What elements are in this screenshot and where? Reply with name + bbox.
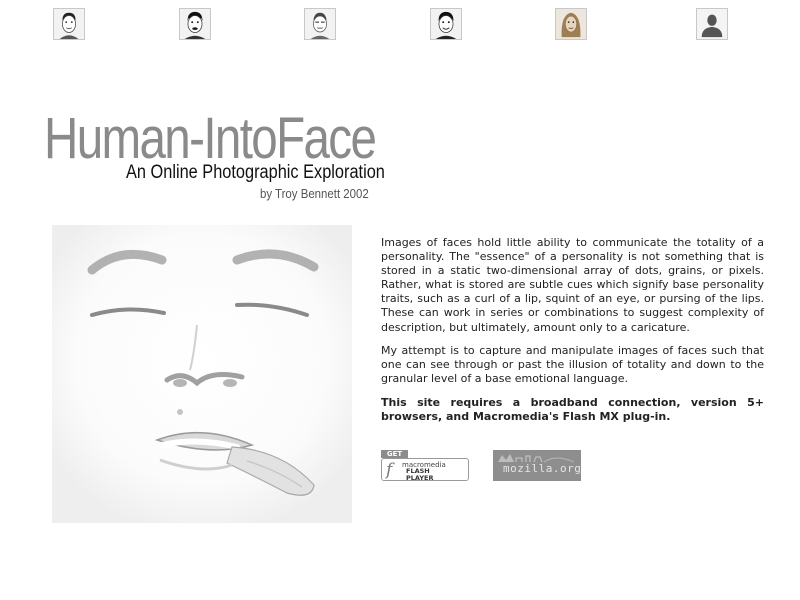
portrait-icon: [54, 9, 84, 39]
portrait-icon: [431, 9, 461, 39]
flash-product-line2: PLAYER: [406, 473, 434, 482]
thumbnail-face-5[interactable]: [555, 8, 587, 40]
thumbnail-face-4[interactable]: [430, 8, 462, 40]
flash-icon: f: [386, 460, 393, 480]
thumbnail-face-2[interactable]: [179, 8, 211, 40]
site-subtitle: An Online Photographic Exploration: [126, 162, 385, 183]
flash-get-label: GET: [381, 450, 408, 458]
thumbnail-face-3[interactable]: [304, 8, 336, 40]
mozilla-label: mozilla.org: [503, 462, 582, 475]
mozilla-badge[interactable]: mozilla.org: [493, 450, 581, 481]
flash-player-box: f macromedia FLASH PLAYER: [381, 458, 469, 481]
portrait-icon: [180, 9, 210, 39]
silhouette-icon: [697, 9, 727, 39]
intro-paragraph-2: My attempt is to capture and manipulate …: [381, 343, 764, 385]
thumbnail-face-1[interactable]: [53, 8, 85, 40]
intro-paragraph-1: Images of faces hold little ability to c…: [381, 236, 764, 334]
site-title: Human-IntoFace: [44, 106, 377, 171]
get-flash-player-badge[interactable]: GET f macromedia FLASH PLAYER: [381, 450, 469, 481]
requirements-notice: This site requires a broadband connectio…: [381, 395, 764, 424]
site-byline: by Troy Bennett 2002: [260, 186, 369, 201]
portrait-icon: [556, 9, 586, 39]
portrait-icon: [305, 9, 335, 39]
thumbnail-face-6[interactable]: [696, 8, 728, 40]
intro-text: Images of faces hold little ability to c…: [381, 236, 764, 433]
site-title-block: Human-IntoFace An Online Photographic Ex…: [44, 106, 385, 202]
flash-product: FLASH PLAYER: [406, 468, 433, 481]
face-photo: [52, 225, 352, 523]
